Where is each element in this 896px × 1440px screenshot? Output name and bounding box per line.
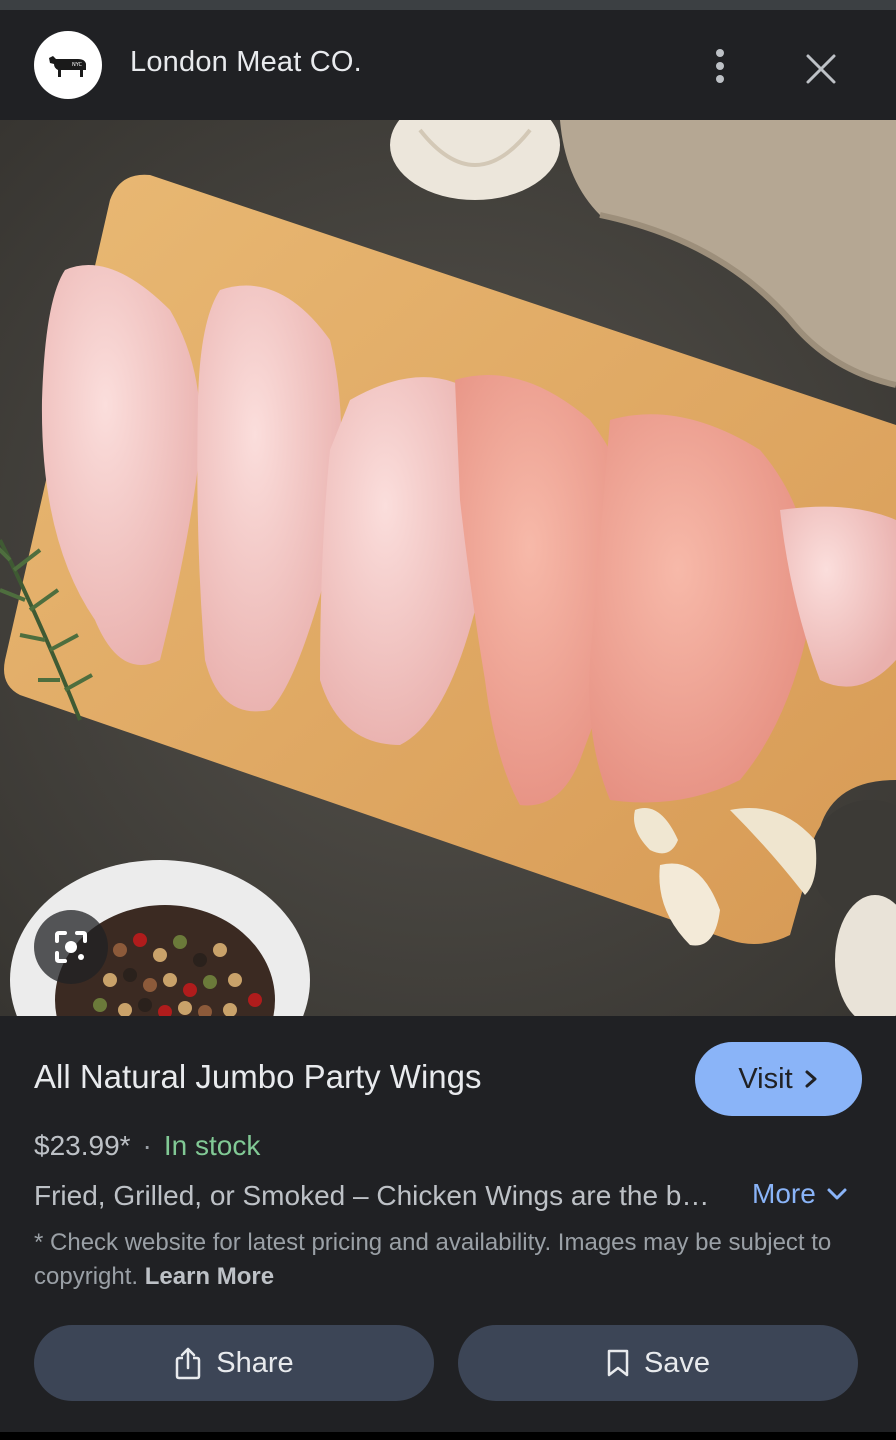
share-label: Share: [216, 1346, 294, 1379]
logo-text: NYC: [72, 62, 83, 68]
price-row: $23.99* · In stock: [34, 1130, 260, 1162]
more-label: More: [752, 1178, 816, 1209]
header: NYC London Meat CO.: [0, 10, 896, 120]
more-options-icon[interactable]: [702, 46, 738, 86]
bottom-edge: [0, 1432, 896, 1440]
share-icon: [176, 1347, 201, 1380]
stock-status: In stock: [163, 1130, 261, 1161]
save-label: Save: [643, 1346, 711, 1379]
product-title[interactable]: All Natural Jumbo Party Wings: [34, 1058, 481, 1096]
save-button[interactable]: Save: [458, 1325, 858, 1401]
site-name[interactable]: London Meat CO.: [130, 46, 362, 79]
chevron-right-icon: [805, 1070, 817, 1088]
cow-logo-icon: NYC: [49, 56, 86, 77]
product-image[interactable]: [0, 120, 896, 1016]
close-icon[interactable]: [800, 48, 842, 90]
visit-button[interactable]: Visit: [695, 1042, 862, 1116]
product-description: Fried, Grilled, or Smoked – Chicken Wing…: [34, 1180, 724, 1211]
separator: ·: [142, 1130, 152, 1161]
visit-label: Visit: [738, 1062, 793, 1095]
camera-lens-icon[interactable]: [34, 910, 108, 984]
pricing-note: * Check website for latest pricing and a…: [34, 1226, 864, 1294]
bookmark-icon: [607, 1349, 629, 1377]
more-button[interactable]: More: [752, 1178, 848, 1210]
learn-more-link[interactable]: Learn More: [145, 1263, 274, 1290]
top-divider: [0, 0, 896, 10]
chevron-down-icon: [827, 1188, 847, 1200]
site-logo[interactable]: NYC: [34, 31, 102, 99]
price: $23.99*: [34, 1130, 131, 1161]
share-button[interactable]: Share: [34, 1325, 434, 1401]
chicken-wings-photo: [0, 120, 896, 1016]
